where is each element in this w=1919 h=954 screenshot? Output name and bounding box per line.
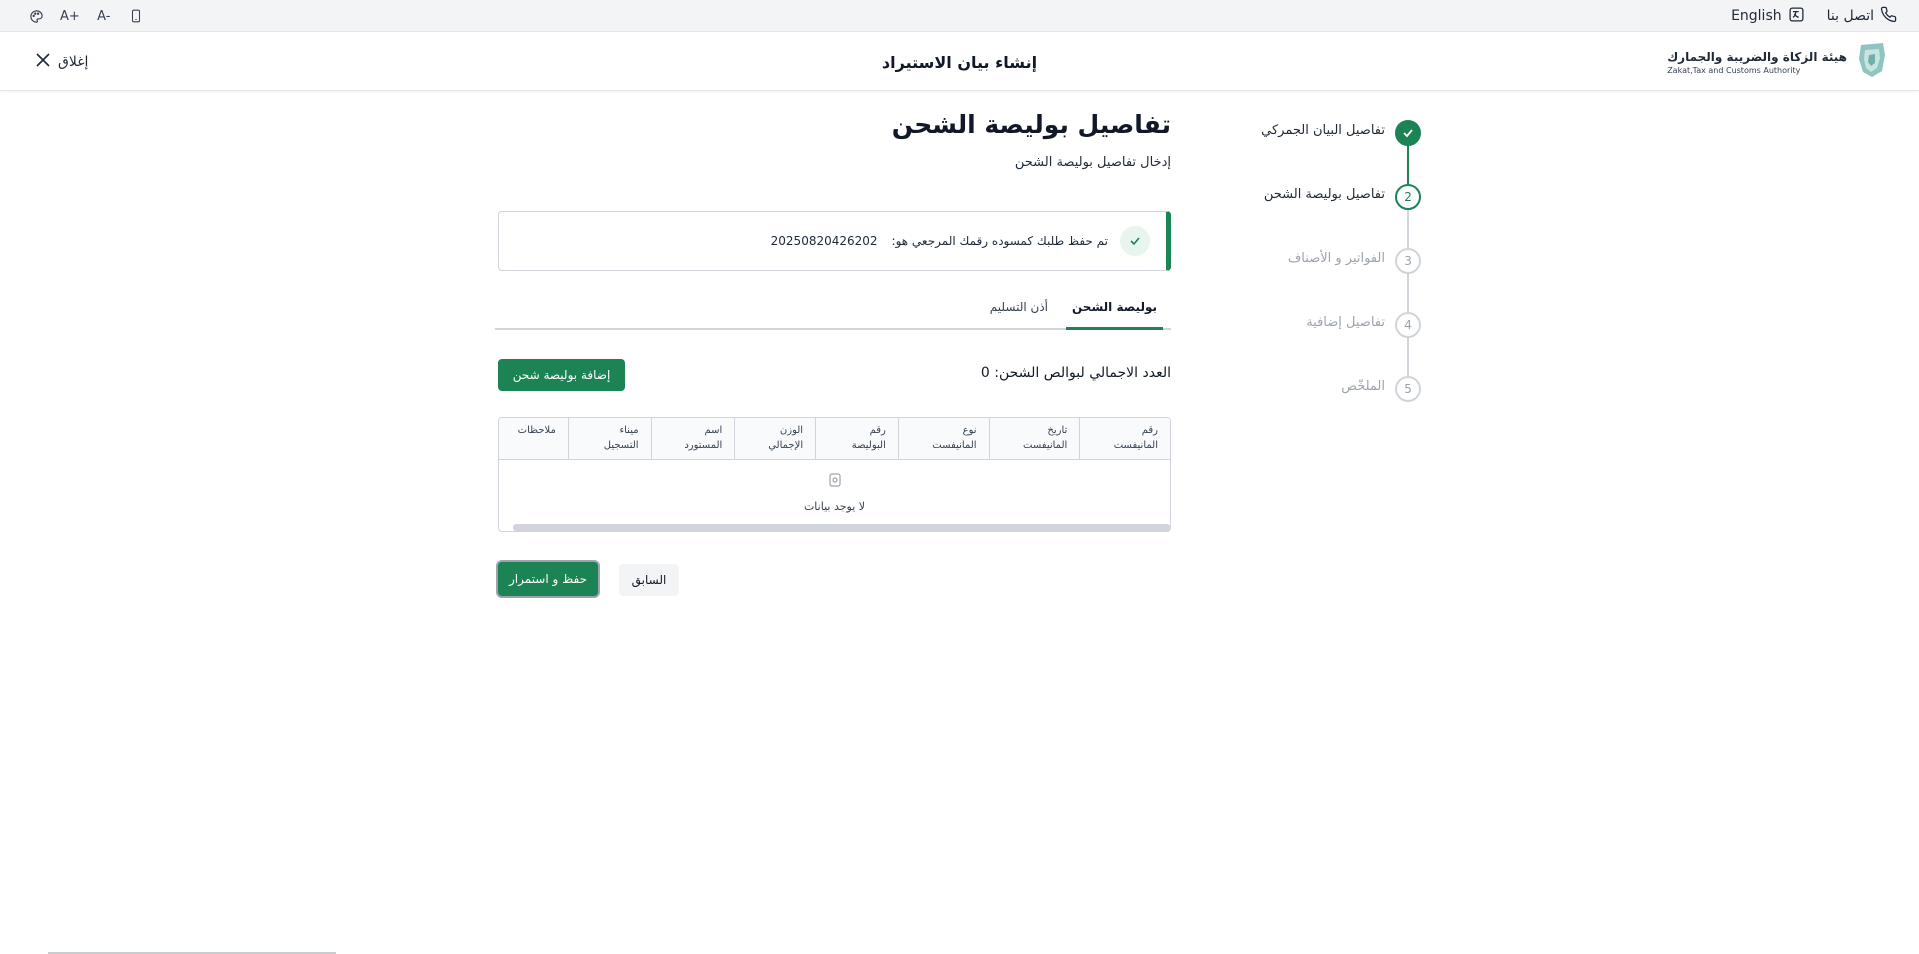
close-label: إغلاق — [58, 54, 89, 70]
step-5-label: الملخّص — [1341, 378, 1385, 394]
bills-table: رقم المانيفست تاريخ المانيفست نوع المانيفست… — [498, 417, 1171, 532]
alert-reference-number: 20250820426202 — [770, 234, 878, 248]
contact-us-link[interactable]: اتصل بنا — [1827, 6, 1897, 27]
utility-right-group: اتصل بنا English — [1731, 0, 1897, 32]
page-header: هيئة الزكاة والضريبة والجمارك Zakat,Tax … — [0, 33, 1919, 91]
column-header: الوزن الإجمالي — [734, 418, 815, 459]
close-button[interactable]: إغلاق — [36, 33, 88, 91]
column-header: ميناء التسجيل — [567, 418, 651, 459]
font-increase-button[interactable]: A+ — [60, 8, 80, 24]
column-header: تاريخ المانيفست — [988, 418, 1080, 459]
empty-state-text: لا يوجد بيانات — [803, 500, 866, 513]
step-connector-3 — [1407, 274, 1409, 312]
translate-icon — [1788, 6, 1805, 27]
language-switch[interactable]: English — [1731, 6, 1805, 27]
column-header: اسم المستورد — [650, 418, 735, 459]
step-3-label: الفواتير و الأصناف — [1287, 250, 1385, 266]
step-connector-1 — [1407, 146, 1409, 184]
previous-button[interactable]: السابق — [619, 564, 679, 596]
step-1-label: تفاصيل البيان الجمركي — [1261, 122, 1385, 138]
section-title: تفاصيل بوليصة الشحن — [891, 110, 1171, 139]
step-connector-4 — [1407, 338, 1409, 376]
step-5-number: 5 — [1395, 376, 1421, 402]
mobile-icon[interactable] — [128, 8, 144, 24]
step-1[interactable]: تفاصيل البيان الجمركي — [1261, 120, 1421, 146]
tab-delivery-order[interactable]: أذن التسليم — [990, 300, 1048, 328]
column-header: رقم المانيفست — [1079, 418, 1170, 459]
progress-stepper: تفاصيل البيان الجمركي 2 تفاصيل بوليصة ال… — [1261, 120, 1430, 420]
step-5[interactable]: 5 الملخّص — [1341, 376, 1421, 402]
step-4[interactable]: 4 تفاصيل إضافية — [1306, 312, 1421, 338]
add-bill-of-lading-button[interactable]: إضافة بوليصة شحن — [498, 359, 625, 391]
check-icon — [1120, 226, 1150, 256]
language-label: English — [1731, 8, 1782, 24]
table-horizontal-scrollbar[interactable] — [513, 524, 1170, 531]
column-header: ملاحظات — [517, 425, 556, 436]
tabs: بوليصة الشحن أذن التسليم — [495, 300, 1171, 330]
font-decrease-button[interactable]: A- — [96, 8, 112, 24]
phone-icon — [1880, 6, 1897, 27]
step-2[interactable]: 2 تفاصيل بوليصة الشحن — [1264, 184, 1421, 210]
step-1-check-icon — [1395, 120, 1421, 146]
utility-bar: اتصل بنا English A+ A- — [0, 0, 1919, 32]
step-2-label: تفاصيل بوليصة الشحن — [1263, 186, 1385, 202]
step-4-number: 4 — [1395, 312, 1421, 338]
step-connector-2 — [1407, 210, 1409, 248]
draft-saved-alert: تم حفظ طلبك كمسوده رقمك المرجعي هو: 2025… — [498, 211, 1171, 271]
page-title: إنشاء بيان الاستيراد — [881, 52, 1038, 72]
main-content: تفاصيل بوليصة الشحن إدخال تفاصيل بوليصة … — [495, 110, 1171, 596]
palette-icon[interactable] — [28, 8, 44, 24]
form-actions: حفظ و استمرار السابق — [498, 562, 1171, 596]
column-header: نوع المانيفست — [897, 418, 989, 459]
count-row: العدد الاجمالي لبوالص الشحن: 0 إضافة بول… — [498, 359, 1171, 391]
step-2-number: 2 — [1395, 184, 1421, 210]
alert-message: تم حفظ طلبك كمسوده رقمك المرجعي هو: — [891, 234, 1108, 248]
column-header: رقم البوليصة — [815, 418, 898, 459]
total-count-label: العدد الاجمالي لبوالص الشحن: 0 — [980, 365, 1171, 381]
tab-bill-of-lading[interactable]: بوليصة الشحن — [1066, 300, 1163, 330]
step-3-number: 3 — [1395, 248, 1421, 274]
save-and-continue-button[interactable]: حفظ و استمرار — [498, 562, 598, 596]
step-3[interactable]: 3 الفواتير و الأصناف — [1288, 248, 1421, 274]
empty-state-icon — [499, 472, 1170, 488]
contact-us-label: اتصل بنا — [1826, 8, 1874, 24]
close-icon — [36, 53, 50, 71]
utility-left-group: A+ A- — [28, 0, 144, 32]
section-subtitle: إدخال تفاصيل بوليصة الشحن — [1014, 155, 1171, 170]
step-4-label: تفاصيل إضافية — [1306, 314, 1385, 330]
table-header: رقم المانيفست تاريخ المانيفست نوع المانيفست… — [499, 418, 1170, 460]
